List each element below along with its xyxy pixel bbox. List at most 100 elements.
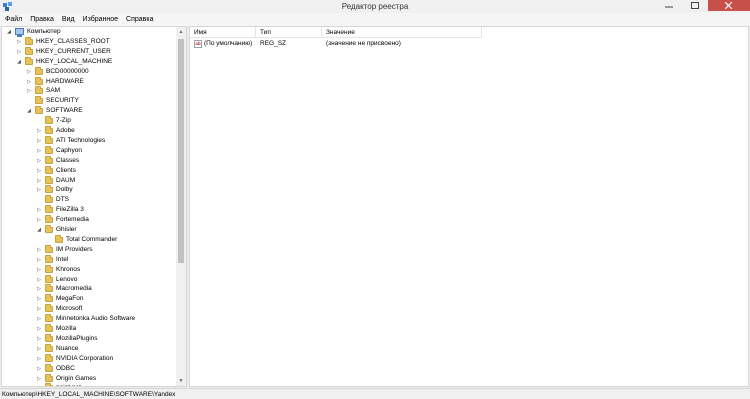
tree-item-label: Total Commander [66, 235, 118, 243]
tree-item-label: Intel [56, 255, 69, 263]
scroll-down-icon[interactable]: ▼ [176, 376, 186, 386]
collapsed-arrow-icon[interactable]: ▷ [36, 344, 42, 354]
collapsed-arrow-icon[interactable]: ▷ [36, 146, 42, 156]
tree-item-label: ATI Technologies [56, 136, 106, 144]
collapsed-arrow-icon[interactable]: ▷ [36, 176, 42, 186]
tree-item-label: SECURITY [46, 97, 79, 105]
expanded-arrow-icon[interactable]: ◢ [16, 57, 22, 67]
value-name: (По умолчанию) [204, 40, 253, 47]
tree-item-label: Macromedia [56, 285, 92, 293]
collapsed-arrow-icon[interactable]: ▷ [36, 284, 42, 294]
collapsed-arrow-icon[interactable]: ▷ [36, 265, 42, 275]
expanded-arrow-icon[interactable]: ◢ [36, 225, 42, 235]
collapsed-arrow-icon[interactable]: ▷ [36, 136, 42, 146]
folder-icon [45, 314, 53, 323]
collapsed-arrow-icon[interactable]: ▷ [16, 47, 22, 57]
value-row[interactable]: ab (По умолчанию) REG_SZ (значение не пр… [190, 39, 490, 49]
menu-view[interactable]: Вид [59, 13, 78, 26]
collapsed-arrow-icon[interactable]: ▷ [36, 324, 42, 334]
tree-item-label: HARDWARE [46, 77, 84, 85]
collapsed-arrow-icon[interactable]: ▷ [36, 314, 42, 324]
values-list[interactable]: Имя Тип Значение ab (По умолчанию) REG_S… [189, 26, 749, 387]
tree-item-label: Ghisler [56, 226, 77, 233]
collapsed-arrow-icon[interactable]: ▷ [36, 126, 42, 136]
maximize-button[interactable] [682, 0, 708, 11]
folder-icon [45, 353, 53, 362]
folder-icon [45, 284, 53, 293]
folder-icon [25, 36, 33, 45]
tree-item-label: Caphyon [56, 146, 83, 154]
window-controls [656, 0, 750, 11]
collapsed-arrow-icon[interactable]: ▷ [26, 67, 32, 77]
collapsed-arrow-icon[interactable]: ▷ [36, 364, 42, 374]
status-bar: Компьютер\HKEY_LOCAL_MACHINE\SOFTWARE\Ya… [0, 388, 750, 399]
folder-icon [45, 116, 53, 125]
tree-item-label: SOFTWARE [46, 107, 83, 115]
collapsed-arrow-icon[interactable]: ▷ [36, 156, 42, 166]
tree-scrollbar[interactable]: ▲ ▼ [176, 27, 186, 386]
folder-icon [45, 155, 53, 164]
folder-icon [45, 324, 53, 332]
folder-icon [45, 343, 53, 352]
tree-item-label: ODBC [56, 364, 75, 372]
close-button[interactable] [708, 0, 750, 11]
menu-favorites[interactable]: Избранное [80, 13, 121, 26]
scroll-thumb[interactable] [178, 39, 184, 263]
tree-item-label: MegaFon [56, 295, 84, 303]
collapsed-arrow-icon[interactable]: ▷ [36, 255, 42, 265]
menu-bar: Файл Правка Вид Избранное Справка [0, 13, 750, 26]
tree-item-label: DAUM [56, 176, 76, 184]
tree-item-label: BCD00000000 [46, 67, 89, 75]
folder-icon [45, 195, 53, 204]
folder-icon [25, 46, 33, 55]
collapsed-arrow-icon[interactable]: ▷ [26, 77, 32, 87]
folder-icon [45, 304, 53, 313]
value-type: REG_SZ [260, 40, 287, 47]
collapsed-arrow-icon[interactable]: ▷ [16, 37, 22, 47]
minimize-button[interactable] [656, 0, 682, 11]
column-header-data[interactable]: Значение [322, 27, 482, 38]
folder-icon [45, 254, 53, 263]
column-header-name[interactable]: Имя [190, 27, 256, 38]
expanded-arrow-icon[interactable]: ◢ [6, 27, 12, 37]
collapsed-arrow-icon[interactable]: ▷ [36, 205, 42, 215]
collapsed-arrow-icon[interactable]: ▷ [36, 275, 42, 285]
maximize-icon [691, 2, 699, 9]
collapsed-arrow-icon[interactable]: ▷ [36, 334, 42, 344]
computer-icon [15, 28, 24, 37]
tree-item-label: MozillaPlugins [56, 334, 98, 342]
folder-icon [45, 175, 53, 184]
collapsed-arrow-icon[interactable]: ▷ [36, 215, 42, 225]
menu-edit[interactable]: Правка [27, 13, 57, 26]
tree-item-label: Nuance [56, 344, 79, 352]
column-header-type[interactable]: Тип [256, 27, 322, 38]
folder-icon [25, 56, 33, 65]
menu-help[interactable]: Справка [123, 13, 156, 26]
folder-icon [35, 66, 43, 75]
folder-icon [45, 126, 53, 134]
value-data: (значение не присвоено) [326, 40, 401, 47]
registry-tree[interactable]: ◢ Компьютер ▷ HKEY_CLASSES_ROOT ▷ HKEY_CURR… [1, 26, 187, 387]
collapsed-arrow-icon[interactable]: ▷ [36, 354, 42, 364]
collapsed-arrow-icon[interactable]: ▷ [36, 166, 42, 176]
tree-item-label: Mozilla [56, 325, 77, 332]
scroll-up-icon[interactable]: ▲ [176, 27, 186, 37]
collapsed-arrow-icon[interactable]: ▷ [36, 383, 42, 386]
collapsed-arrow-icon[interactable]: ▷ [36, 245, 42, 255]
tree-item-label: Khronos [56, 265, 81, 273]
collapsed-arrow-icon[interactable]: ▷ [36, 304, 42, 314]
tree-item-label: Fortemedia [56, 216, 89, 224]
collapsed-arrow-icon[interactable]: ▷ [36, 185, 42, 195]
tree-item-label: HKEY_CLASSES_ROOT [36, 37, 110, 45]
collapsed-arrow-icon[interactable]: ▷ [36, 374, 42, 384]
minimize-icon [665, 6, 673, 8]
expanded-arrow-icon[interactable]: ◢ [26, 106, 32, 116]
folder-icon [45, 145, 53, 154]
collapsed-arrow-icon[interactable]: ▷ [36, 294, 42, 304]
folder-icon [45, 165, 53, 174]
menu-file[interactable]: Файл [2, 13, 25, 26]
folder-icon [45, 294, 53, 303]
folder-icon [45, 225, 53, 233]
folder-icon [55, 234, 63, 243]
collapsed-arrow-icon[interactable]: ▷ [26, 86, 32, 96]
